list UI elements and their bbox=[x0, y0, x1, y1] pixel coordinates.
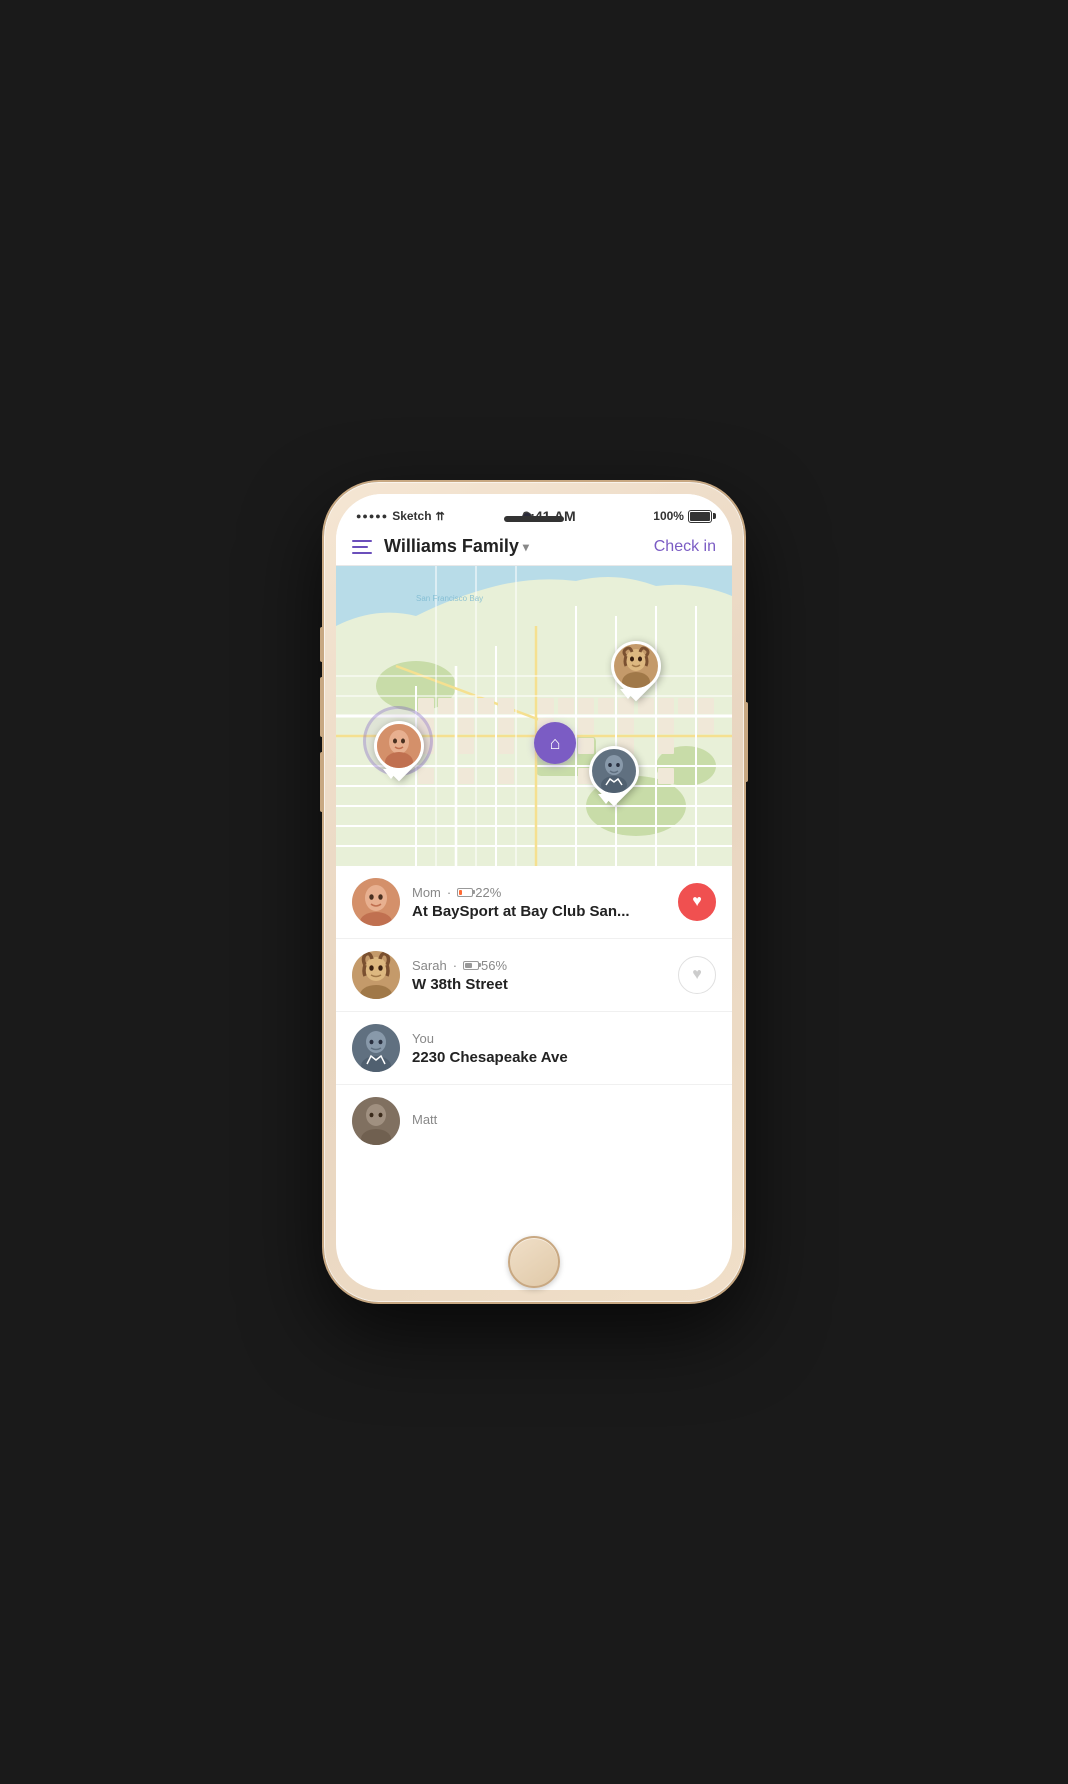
mom-avatar bbox=[352, 878, 400, 926]
home-pin-circle: ⌂ bbox=[534, 722, 576, 764]
mom-name-row: Mom · 22% bbox=[412, 885, 666, 900]
mom-pin-shape bbox=[364, 711, 435, 782]
sarah-avatar-pin bbox=[614, 644, 658, 688]
hamburger-line-3 bbox=[352, 552, 372, 554]
mom-battery-fill bbox=[459, 890, 462, 895]
mom-avatar-pin bbox=[377, 724, 421, 768]
volume-up-button[interactable] bbox=[320, 677, 324, 737]
list-item[interactable]: Matt bbox=[336, 1085, 732, 1157]
matt-name-label: Matt bbox=[412, 1112, 437, 1127]
mute-button[interactable] bbox=[320, 627, 324, 662]
sarah-battery-pct: 56% bbox=[481, 958, 507, 973]
power-button[interactable] bbox=[744, 702, 748, 782]
matt-info: Matt bbox=[412, 1112, 716, 1130]
home-button[interactable] bbox=[508, 1236, 560, 1288]
battery-percent: 100% bbox=[653, 509, 684, 523]
speaker-icon bbox=[504, 516, 564, 522]
home-icon: ⌂ bbox=[550, 733, 561, 754]
map-view[interactable]: San Francisco Bay bbox=[336, 566, 732, 866]
phone-device: ●●●●● Sketch ⇈ 9:41 AM 100% Williams Fam… bbox=[324, 482, 744, 1302]
dropdown-arrow-icon[interactable]: ▾ bbox=[523, 540, 529, 554]
matt-name-row: Matt bbox=[412, 1112, 716, 1127]
sarah-info: Sarah · 56% W 38th Street bbox=[412, 958, 666, 993]
list-item[interactable]: Mom · 22% At BaySport at Bay Club San...… bbox=[336, 866, 732, 939]
sarah-map-pin[interactable] bbox=[611, 641, 661, 701]
sarah-battery: 56% bbox=[463, 958, 507, 973]
list-item[interactable]: You 2230 Chesapeake Ave bbox=[336, 1012, 732, 1085]
hamburger-line-1 bbox=[352, 540, 372, 542]
you-avatar bbox=[352, 1024, 400, 1072]
status-bar: ●●●●● Sketch ⇈ 9:41 AM 100% bbox=[336, 494, 732, 528]
check-in-button[interactable]: Check in bbox=[654, 538, 716, 556]
family-name-label: Williams Family bbox=[384, 536, 519, 557]
nav-bar: Williams Family ▾ Check in bbox=[336, 528, 732, 566]
mom-map-pin[interactable] bbox=[374, 721, 424, 781]
sarah-battery-fill bbox=[465, 963, 472, 968]
battery-fill bbox=[690, 512, 710, 521]
volume-down-button[interactable] bbox=[320, 752, 324, 812]
mom-info: Mom · 22% At BaySport at Bay Club San... bbox=[412, 885, 666, 920]
you-location: 2230 Chesapeake Ave bbox=[412, 1049, 716, 1066]
mom-pin-tail bbox=[383, 769, 399, 779]
sarah-avatar bbox=[352, 951, 400, 999]
signal-dots: ●●●●● bbox=[356, 511, 388, 521]
matt-avatar bbox=[352, 1097, 400, 1145]
you-pin-tail bbox=[598, 794, 614, 804]
hamburger-menu-button[interactable] bbox=[352, 540, 372, 554]
mom-location: At BaySport at Bay Club San... bbox=[412, 903, 666, 920]
sarah-name-row: Sarah · 56% bbox=[412, 958, 666, 973]
home-button-area bbox=[324, 1222, 744, 1302]
you-map-pin[interactable] bbox=[589, 746, 639, 806]
nav-title: Williams Family ▾ bbox=[384, 536, 654, 557]
hamburger-line-2 bbox=[352, 546, 368, 548]
wifi-icon: ⇈ bbox=[436, 510, 445, 523]
you-pin-shape bbox=[579, 736, 650, 807]
mom-name-label: Mom bbox=[412, 885, 441, 900]
mom-battery-pct: 22% bbox=[475, 885, 501, 900]
sarah-pin-shape bbox=[601, 631, 672, 702]
heart-outline-icon: ♥ bbox=[692, 966, 702, 984]
dot-separator: · bbox=[453, 958, 457, 973]
status-left: ●●●●● Sketch ⇈ bbox=[356, 509, 445, 523]
sarah-name-label: Sarah bbox=[412, 958, 447, 973]
you-name-row: You bbox=[412, 1031, 716, 1046]
sarah-pin-tail bbox=[620, 689, 636, 699]
mom-heart-button[interactable]: ♥ bbox=[678, 883, 716, 921]
mom-battery-icon bbox=[457, 888, 473, 897]
sarah-location: W 38th Street bbox=[412, 976, 666, 993]
phone-screen: ●●●●● Sketch ⇈ 9:41 AM 100% Williams Fam… bbox=[336, 494, 732, 1290]
heart-filled-icon: ♥ bbox=[692, 893, 702, 911]
dot-separator: · bbox=[447, 885, 451, 900]
list-item[interactable]: Sarah · 56% W 38th Street ♥ bbox=[336, 939, 732, 1012]
you-name-label: You bbox=[412, 1031, 434, 1046]
status-right: 100% bbox=[653, 509, 712, 523]
member-list: Mom · 22% At BaySport at Bay Club San...… bbox=[336, 866, 732, 1157]
you-avatar-pin bbox=[592, 749, 636, 793]
you-info: You 2230 Chesapeake Ave bbox=[412, 1031, 716, 1066]
mom-battery: 22% bbox=[457, 885, 501, 900]
sarah-battery-icon bbox=[463, 961, 479, 970]
svg-text:San Francisco Bay: San Francisco Bay bbox=[416, 594, 483, 603]
carrier-label: Sketch bbox=[392, 509, 431, 523]
sarah-heart-button[interactable]: ♥ bbox=[678, 956, 716, 994]
battery-icon bbox=[688, 510, 712, 523]
